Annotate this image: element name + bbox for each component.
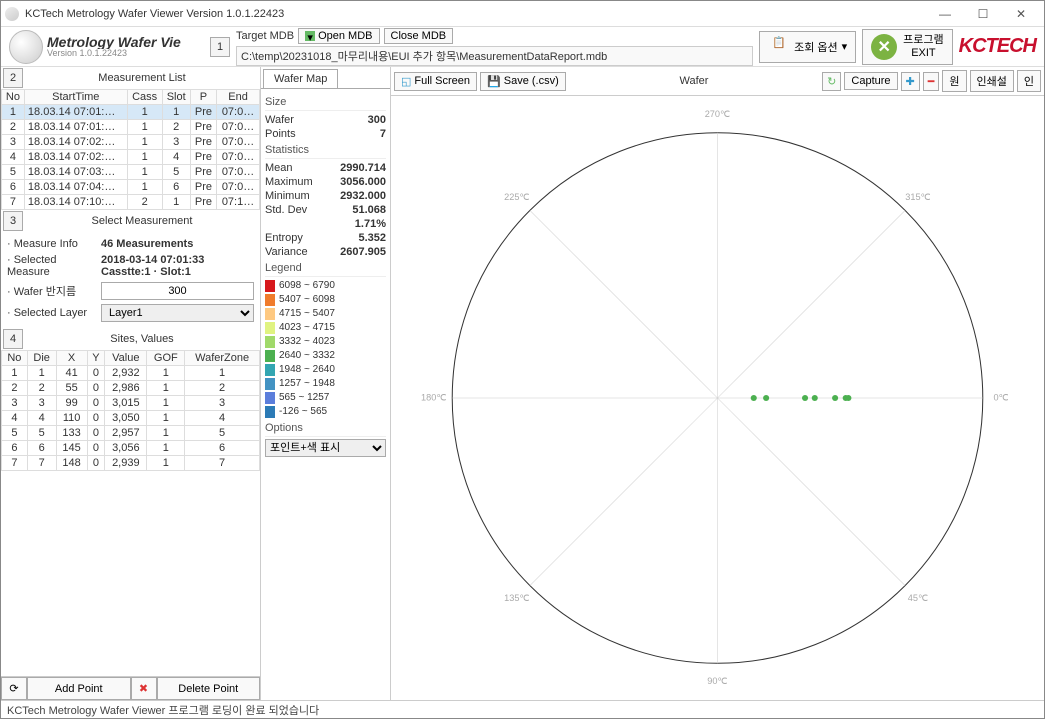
svg-text:90℃: 90℃ xyxy=(707,676,728,686)
exit-icon: ✕ xyxy=(871,34,897,60)
left-panel: 2 Measurement List NoStartTimeCassSlotPE… xyxy=(1,67,261,700)
status-bar: KCTech Metrology Wafer Viewer 프로그램 로딩이 완… xyxy=(1,700,1044,718)
kctech-logo: KCTECH xyxy=(959,35,1036,58)
wafer-toolbar: ◱Full Screen 💾Save (.csv) Wafer ↻ Captur… xyxy=(391,67,1044,96)
app-icon xyxy=(5,7,19,21)
table-row[interactable]: 7714802,93917 xyxy=(2,456,260,471)
table-row[interactable]: 225502,98612 xyxy=(2,381,260,396)
sites-table[interactable]: NoDieXYValueGOFWaferZone 114102,93211225… xyxy=(1,350,260,471)
table-row[interactable]: 4411003,05014 xyxy=(2,411,260,426)
table-row[interactable]: 114102,93211 xyxy=(2,366,260,381)
table-row[interactable]: 218.03.14 07:01:…12Pre07:0… xyxy=(2,120,260,135)
delete-point-icon-button[interactable]: ✖ xyxy=(131,677,157,700)
app-logo: Metrology Wafer Vie Version 1.0.1.22423 xyxy=(9,30,204,64)
table-row[interactable]: 518.03.14 07:03:…15Pre07:0… xyxy=(2,165,260,180)
wafer-canvas[interactable]: 0℃ 45℃ 90℃ 135℃ 180℃ 225℃ 270℃ 315℃ xyxy=(391,96,1044,700)
save-csv-button[interactable]: 💾Save (.csv) xyxy=(480,72,566,91)
logo-icon xyxy=(9,30,43,64)
select-measurement-title: Select Measurement xyxy=(26,213,258,229)
close-button[interactable]: ✕ xyxy=(1002,3,1040,25)
refresh-icon: ↻ xyxy=(827,75,836,88)
fullscreen-button[interactable]: ◱Full Screen xyxy=(394,72,477,91)
exit-button[interactable]: ✕ 프로그램 EXIT xyxy=(862,29,952,65)
svg-text:270℃: 270℃ xyxy=(705,109,731,119)
print-button[interactable]: 인쇄설 xyxy=(970,70,1014,92)
wafer-title: Wafer xyxy=(569,75,819,87)
query-options-button[interactable]: 📋 조회 옵션▾ xyxy=(759,31,856,63)
minimize-button[interactable]: — xyxy=(926,3,964,25)
table-row[interactable]: 318.03.14 07:02:…13Pre07:0… xyxy=(2,135,260,150)
zoom-in-button[interactable]: ✚ xyxy=(901,72,920,91)
header-toolbar: Metrology Wafer Vie Version 1.0.1.22423 … xyxy=(1,27,1044,67)
step-4-badge: 4 xyxy=(3,329,23,349)
wafer-map-panel: Wafer Map Size Wafer300 Points7 Statisti… xyxy=(261,67,391,700)
titlebar: KCTech Metrology Wafer Viewer Version 1.… xyxy=(1,1,1044,27)
target-mdb-label: Target MDB xyxy=(236,30,294,42)
wafer-view-panel: ◱Full Screen 💾Save (.csv) Wafer ↻ Captur… xyxy=(391,67,1044,700)
step-2-badge: 2 xyxy=(3,68,23,88)
step-1-badge: 1 xyxy=(210,37,230,57)
add-point-icon-button[interactable]: ⟳ xyxy=(1,677,27,700)
capture-button[interactable]: Capture xyxy=(844,72,897,90)
refresh-button[interactable]: ↻ xyxy=(822,72,841,91)
sites-values-title: Sites, Values xyxy=(26,331,258,347)
window-title: KCTech Metrology Wafer Viewer Version 1.… xyxy=(25,8,926,20)
svg-text:45℃: 45℃ xyxy=(908,593,929,603)
wafer-map-tab[interactable]: Wafer Map xyxy=(263,69,338,88)
mdb-path-field: C:\temp\20231018_마무리내용\EUI 추가 항목\Measure… xyxy=(236,46,753,66)
save-icon: 💾 xyxy=(487,75,501,88)
svg-text:0℃: 0℃ xyxy=(993,392,1008,402)
close-mdb-button[interactable]: Close MDB xyxy=(384,28,454,44)
measurement-info: · Measure Info46 Measurements · Selected… xyxy=(1,232,260,328)
measurement-list-title: Measurement List xyxy=(26,70,258,86)
delete-point-button[interactable]: Delete Point xyxy=(157,677,261,700)
open-mdb-button[interactable]: ▾Open MDB xyxy=(298,28,379,44)
table-row[interactable]: 118.03.14 07:01:…11Pre07:0… xyxy=(2,105,260,120)
step-3-badge: 3 xyxy=(3,211,23,231)
table-row[interactable]: 339903,01513 xyxy=(2,396,260,411)
table-row[interactable]: 718.03.14 07:10:…21Pre07:1… xyxy=(2,195,260,210)
table-row[interactable]: 6614503,05616 xyxy=(2,441,260,456)
misc-button[interactable]: 인 xyxy=(1017,70,1041,92)
table-row[interactable]: 618.03.14 07:04:…16Pre07:0… xyxy=(2,180,260,195)
legend: 6098 ~ 67905407 ~ 60984715 ~ 54074023 ~ … xyxy=(265,279,386,419)
add-point-button[interactable]: Add Point xyxy=(27,677,131,700)
options-icon: 📋 xyxy=(768,36,790,58)
logo-version: Version 1.0.1.22423 xyxy=(47,49,181,58)
logo-title: Metrology Wafer Vie xyxy=(47,35,181,49)
measurement-table[interactable]: NoStartTimeCassSlotPEnd 118.03.14 07:01:… xyxy=(1,89,260,210)
wafer-radius-input[interactable] xyxy=(101,282,254,300)
open-icon: ▾ xyxy=(305,31,315,41)
maximize-button[interactable]: ☐ xyxy=(964,3,1002,25)
table-row[interactable]: 418.03.14 07:02:…14Pre07:0… xyxy=(2,150,260,165)
svg-text:315℃: 315℃ xyxy=(905,192,931,202)
fullscreen-icon: ◱ xyxy=(401,75,411,88)
zoom-out-button[interactable]: ━ xyxy=(923,72,940,91)
table-row[interactable]: 5513302,95715 xyxy=(2,426,260,441)
app-window: KCTech Metrology Wafer Viewer Version 1.… xyxy=(0,0,1045,719)
display-options-select[interactable]: 포인트+색 표시 xyxy=(265,439,386,457)
svg-text:225℃: 225℃ xyxy=(504,192,530,202)
circle-button[interactable]: 원 xyxy=(942,70,966,92)
layer-select[interactable]: Layer1 xyxy=(101,304,254,322)
svg-text:135℃: 135℃ xyxy=(504,593,530,603)
svg-text:180℃: 180℃ xyxy=(421,392,447,402)
